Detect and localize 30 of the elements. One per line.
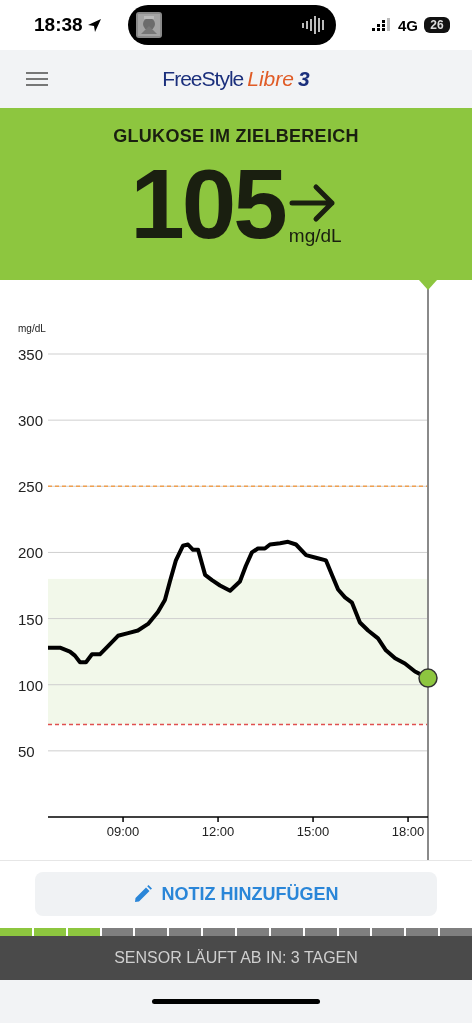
glucose-value: 105 — [130, 155, 285, 253]
y-axis-label: 150 — [18, 610, 44, 628]
location-arrow-icon — [86, 17, 102, 33]
current-reading-dot — [418, 668, 438, 688]
x-axis-label: 12:00 — [201, 824, 235, 839]
y-axis-label: 100 — [18, 676, 44, 694]
waveform-icon — [302, 15, 326, 35]
y-axis-title: mg/dL — [18, 323, 46, 334]
clock-time: 18:38 — [34, 14, 83, 36]
signal-icon — [372, 18, 392, 32]
network-type: 4G — [398, 16, 418, 34]
pencil-icon — [133, 885, 152, 903]
menu-icon[interactable] — [26, 71, 48, 87]
dynamic-island[interactable] — [128, 5, 336, 45]
sensor-expiry-message: SENSOR LÄUFT AB IN: 3 TAGEN — [113, 948, 359, 968]
x-axis-label: 15:00 — [296, 824, 330, 839]
battery-level: 26 — [424, 17, 450, 33]
y-axis-label: 350 — [18, 346, 44, 363]
glucose-unit: mg/dL — [288, 225, 342, 247]
y-axis-label: 250 — [18, 478, 44, 496]
add-note-button[interactable]: NOTIZ HINZUFÜGEN — [35, 872, 437, 916]
y-axis-label: 200 — [18, 544, 44, 562]
glucose-status: GLUKOSE IM ZIELBEREICH — [113, 126, 359, 147]
x-axis-label: 18:00 — [391, 824, 425, 839]
x-axis-label: 09:00 — [106, 824, 140, 839]
logo-brand-text: FreeStyle — [162, 67, 244, 91]
logo-version-text: 3 — [297, 67, 310, 91]
y-axis-label: 300 — [18, 412, 44, 430]
logo-product-text: Libre — [247, 67, 294, 91]
y-axis-label: 50 — [18, 742, 35, 760]
